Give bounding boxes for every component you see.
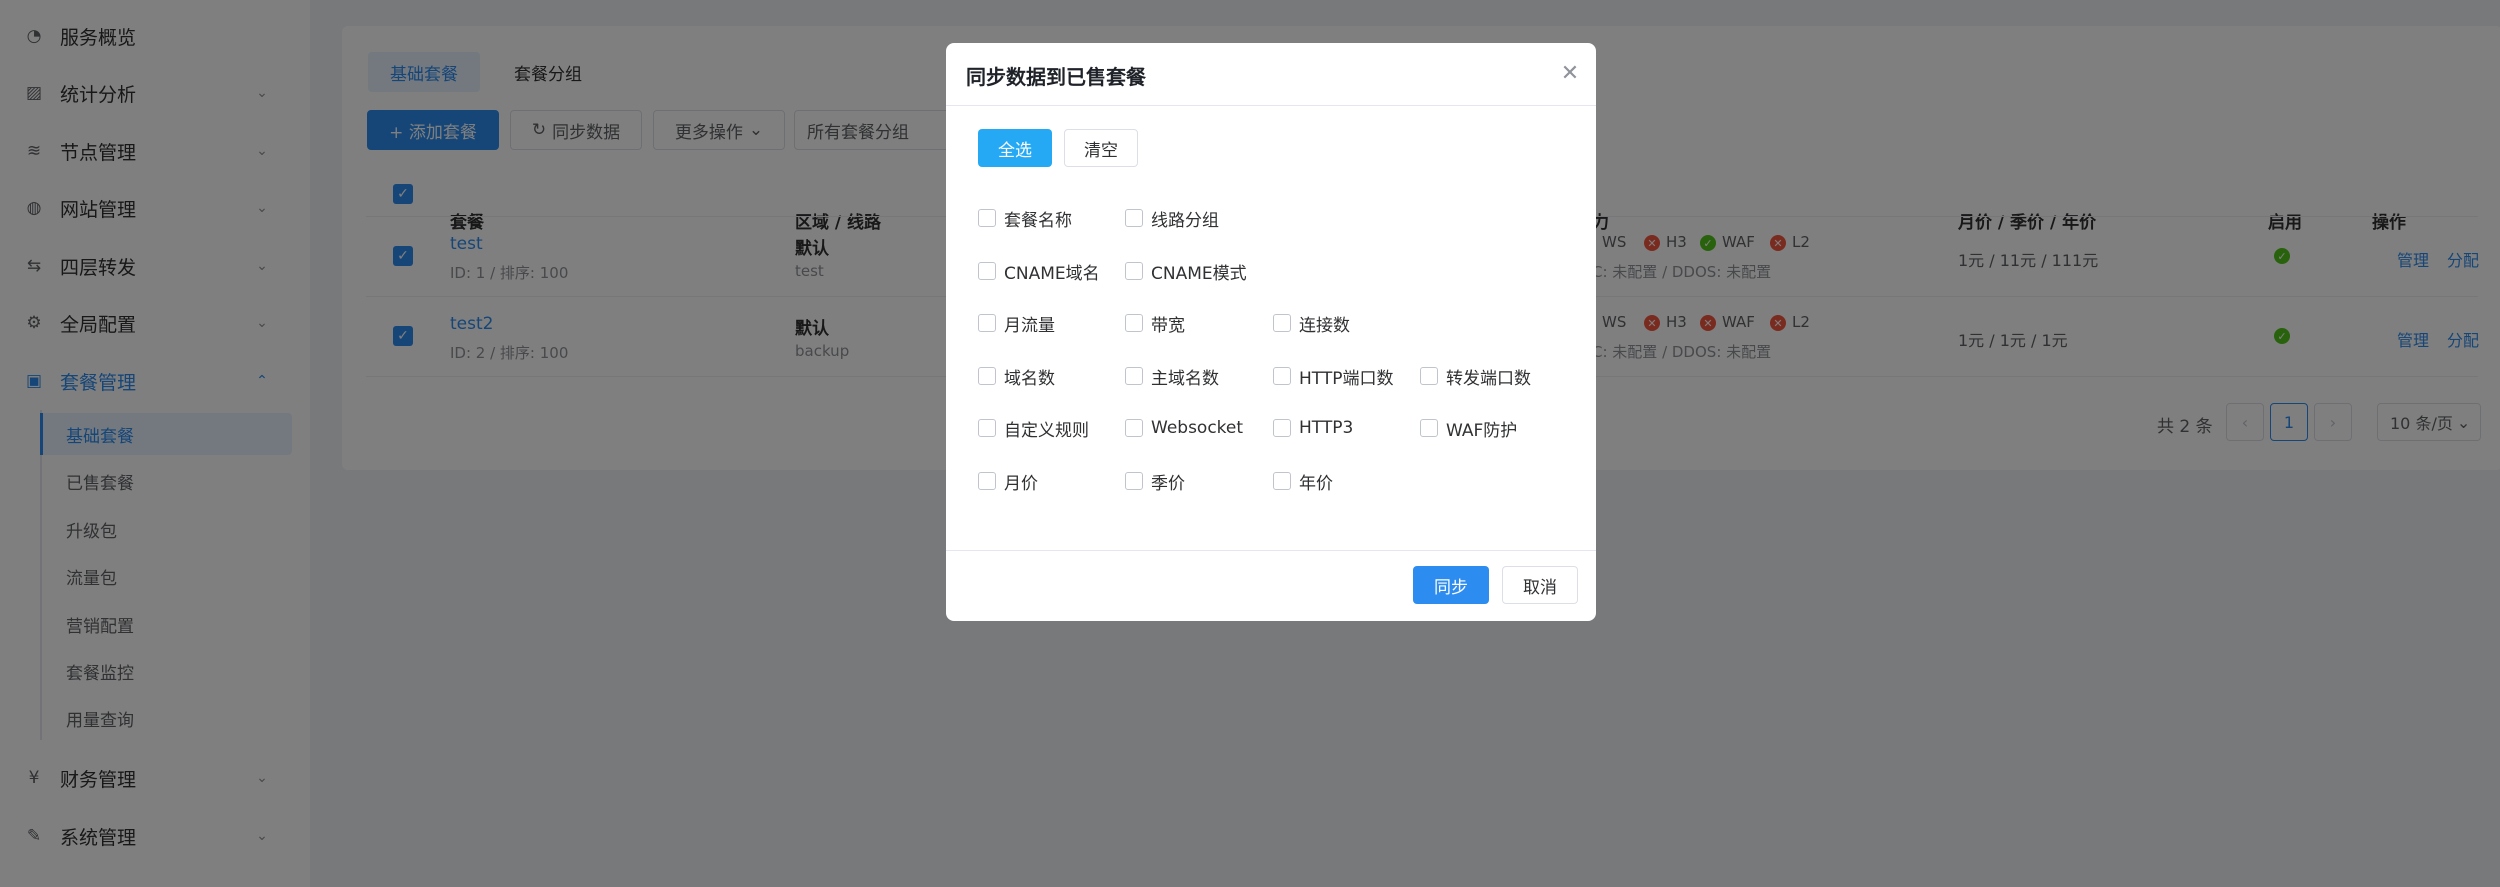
- option-label: Websocket: [1151, 418, 1244, 438]
- option-label: 月流量: [1004, 315, 1055, 336]
- option-label: 月价: [1004, 473, 1038, 494]
- select-all-button[interactable]: 全选: [978, 129, 1052, 167]
- checkbox[interactable]: [978, 472, 996, 490]
- option-monthly-price[interactable]: 月价: [978, 469, 1038, 494]
- close-icon[interactable]: ✕: [1558, 61, 1582, 86]
- dialog-footer-divider: [946, 550, 1596, 551]
- option-label: 年价: [1299, 473, 1333, 494]
- option-bandwidth[interactable]: 带宽: [1125, 311, 1185, 336]
- option-label: 套餐名称: [1004, 210, 1072, 231]
- option-label: 域名数: [1004, 368, 1055, 389]
- cancel-button[interactable]: 取消: [1502, 566, 1578, 604]
- option-label: 转发端口数: [1446, 368, 1531, 389]
- checkbox[interactable]: [1125, 367, 1143, 385]
- option-label: CNAME域名: [1004, 263, 1100, 284]
- option-quarterly-price[interactable]: 季价: [1125, 469, 1185, 494]
- checkbox[interactable]: [1125, 262, 1143, 280]
- checkbox[interactable]: [978, 314, 996, 332]
- option-http3[interactable]: HTTP3: [1273, 416, 1353, 440]
- checkbox[interactable]: [978, 209, 996, 227]
- sync-dialog: 同步数据到已售套餐 ✕ 全选 清空 套餐名称 线路分组 CNAME域名 CNAM…: [946, 43, 1596, 621]
- option-label: 季价: [1151, 473, 1185, 494]
- checkbox[interactable]: [1420, 419, 1438, 437]
- option-line-group[interactable]: 线路分组: [1125, 206, 1219, 231]
- option-label: HTTP3: [1299, 418, 1354, 438]
- option-label: 线路分组: [1151, 210, 1219, 231]
- option-plan-name[interactable]: 套餐名称: [978, 206, 1072, 231]
- checkbox[interactable]: [1125, 209, 1143, 227]
- option-waf[interactable]: WAF防护: [1420, 416, 1518, 441]
- checkbox[interactable]: [1125, 419, 1143, 437]
- option-custom-rules[interactable]: 自定义规则: [978, 416, 1089, 441]
- checkbox[interactable]: [1420, 367, 1438, 385]
- option-label: 带宽: [1151, 315, 1185, 336]
- option-label: 主域名数: [1151, 368, 1219, 389]
- checkbox[interactable]: [978, 367, 996, 385]
- checkbox[interactable]: [1125, 472, 1143, 490]
- checkbox[interactable]: [1273, 367, 1291, 385]
- option-label: 自定义规则: [1004, 420, 1089, 441]
- option-cname-mode[interactable]: CNAME模式: [1125, 259, 1247, 284]
- option-label: WAF防护: [1446, 420, 1518, 441]
- option-connections[interactable]: 连接数: [1273, 311, 1350, 336]
- sync-button[interactable]: 同步: [1413, 566, 1489, 604]
- checkbox[interactable]: [1273, 314, 1291, 332]
- checkbox[interactable]: [1273, 472, 1291, 490]
- option-websocket[interactable]: Websocket: [1125, 416, 1243, 440]
- option-http-ports[interactable]: HTTP端口数: [1273, 364, 1394, 389]
- option-label: CNAME模式: [1151, 263, 1247, 284]
- option-domain-count[interactable]: 域名数: [978, 364, 1055, 389]
- option-label: HTTP端口数: [1299, 368, 1394, 389]
- checkbox[interactable]: [1125, 314, 1143, 332]
- option-yearly-price[interactable]: 年价: [1273, 469, 1333, 494]
- option-monthly-traffic[interactable]: 月流量: [978, 311, 1055, 336]
- option-label: 连接数: [1299, 315, 1350, 336]
- checkbox[interactable]: [1273, 419, 1291, 437]
- option-main-domain-count[interactable]: 主域名数: [1125, 364, 1219, 389]
- checkbox[interactable]: [978, 262, 996, 280]
- dialog-title: 同步数据到已售套餐: [966, 65, 1146, 89]
- clear-button[interactable]: 清空: [1064, 129, 1138, 167]
- option-cname-domain[interactable]: CNAME域名: [978, 259, 1100, 284]
- dialog-header-divider: [946, 105, 1596, 106]
- checkbox[interactable]: [978, 419, 996, 437]
- option-forward-ports[interactable]: 转发端口数: [1420, 364, 1531, 389]
